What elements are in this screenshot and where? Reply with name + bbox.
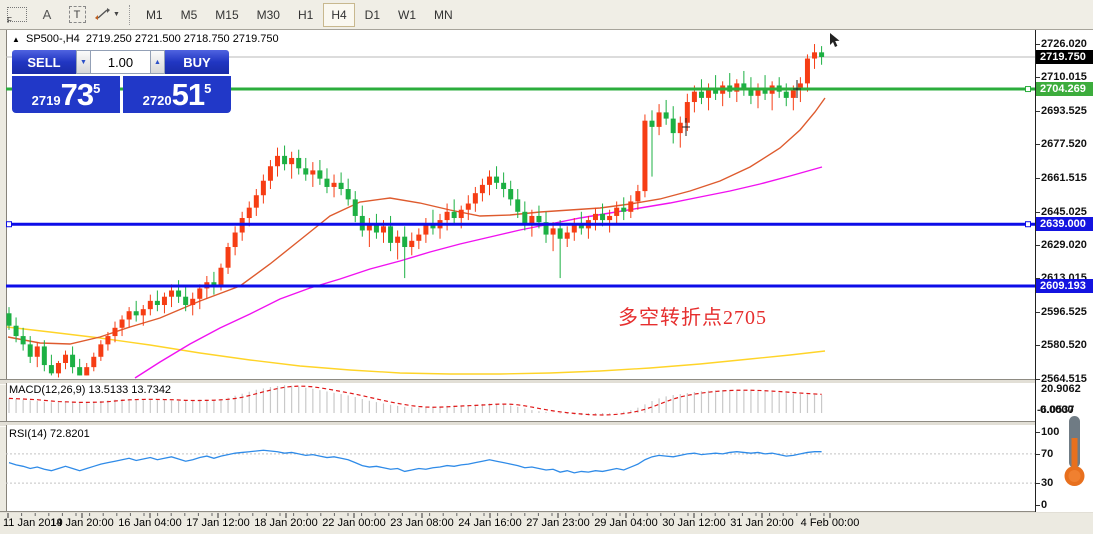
timeframe-button-H1[interactable]: H1 [290, 3, 321, 27]
time-axis-label: 14 Jan 20:00 [50, 517, 114, 529]
time-axis-label: 30 Jan 12:00 [662, 517, 726, 529]
cycle-arrows-icon [95, 7, 110, 22]
price-axis-label: 2693.525 [1041, 105, 1087, 117]
volume-decrease-button[interactable]: ▼ [76, 50, 91, 74]
axis-tick [1036, 432, 1040, 433]
rsi-scale-label: 100 [1041, 426, 1059, 438]
rsi-scale-label: 30 [1041, 477, 1053, 489]
timeframe-button-M5[interactable]: M5 [173, 3, 206, 27]
timeframe-group: M1M5M15M30H1H4D1W1MN [137, 3, 462, 27]
axis-tick [1036, 505, 1040, 506]
sell-price-big: 73 [61, 78, 93, 112]
time-axis: 11 Jan 201914 Jan 20:0016 Jan 04:0017 Ja… [0, 513, 1093, 534]
timeframe-button-M30[interactable]: M30 [249, 3, 288, 27]
axis-separator-line [1035, 30, 1036, 512]
text-label-icon: A [43, 7, 52, 22]
cycle-arrows-button[interactable]: ▼ [94, 3, 121, 27]
thermometer-icon [1060, 414, 1088, 497]
axis-tick [1036, 111, 1040, 112]
one-click-trading-panel: SELL ▼ 1.00 ▲ BUY 2719 73 5 2720 51 5 [12, 50, 231, 113]
time-axis-label: 23 Jan 08:00 [390, 517, 454, 529]
timeframe-button-M15[interactable]: M15 [207, 3, 246, 27]
axis-tick [1036, 212, 1040, 213]
axis-tick [1036, 312, 1040, 313]
axis-tick [1036, 245, 1040, 246]
rsi-scale-label: 70 [1041, 448, 1053, 460]
macd-label: MACD(12,26,9) 13.5133 13.7342 [9, 384, 171, 396]
time-axis-label: 16 Jan 04:00 [118, 517, 182, 529]
buy-button[interactable]: BUY [165, 50, 229, 74]
chart-annotation-text: 多空转折点2705 [618, 301, 767, 330]
chevron-down-icon: ▼ [113, 11, 120, 18]
price-axis-label: 2629.020 [1041, 239, 1087, 251]
chart-title: ▲ SP500-,H4 2719.250 2721.500 2718.750 2… [12, 33, 279, 45]
buy-price-display[interactable]: 2720 51 5 [123, 76, 231, 113]
time-axis-label: 24 Jan 16:00 [458, 517, 522, 529]
timeframe-button-W1[interactable]: W1 [390, 3, 424, 27]
rsi-label: RSI(14) 72.8201 [9, 428, 90, 440]
sell-button[interactable]: SELL [12, 50, 76, 74]
price-axis-label: 2596.525 [1041, 306, 1087, 318]
price-tag: 2639.000 [1036, 217, 1093, 231]
price-tag: 2704.269 [1036, 82, 1093, 96]
timeframe-button-H4[interactable]: H4 [323, 3, 354, 27]
ohlc-values: 2719.250 2721.500 2718.750 2719.750 [86, 33, 279, 45]
symbol-arrow-icon: ▲ [12, 35, 20, 44]
price-tag: 2609.193 [1036, 279, 1093, 293]
macd-scale-top: 20.9062 [1041, 383, 1081, 395]
timeframe-button-D1[interactable]: D1 [357, 3, 388, 27]
time-axis-label: 17 Jan 12:00 [186, 517, 250, 529]
axis-tick [1036, 77, 1040, 78]
axis-tick [1036, 345, 1040, 346]
axis-tick [1036, 178, 1040, 179]
time-axis-label: 29 Jan 04:00 [594, 517, 658, 529]
time-axis-label: 22 Jan 00:00 [322, 517, 386, 529]
timeframe-button-MN[interactable]: MN [426, 3, 461, 27]
chart-template-button[interactable]: F [4, 3, 30, 27]
timeframe-button-M1[interactable]: M1 [138, 3, 171, 27]
buy-price-big: 51 [172, 78, 204, 112]
buy-price-sup: 5 [204, 81, 211, 96]
price-axis-label: 2726.020 [1041, 38, 1087, 50]
price-axis-label: 2661.515 [1041, 172, 1087, 184]
symbol-name: SP500-,H4 [26, 33, 80, 45]
chart-template-icon: F [7, 7, 27, 22]
sell-price-prefix: 2719 [32, 93, 61, 108]
time-axis-label: 31 Jan 20:00 [730, 517, 794, 529]
text-box-button[interactable]: T [64, 3, 90, 27]
buy-price-prefix: 2720 [143, 93, 172, 108]
axis-tick [1036, 44, 1040, 45]
time-axis-label: 18 Jan 20:00 [254, 517, 318, 529]
price-axis-label: 2677.520 [1041, 138, 1087, 150]
price-axis-label: 2645.025 [1041, 206, 1087, 218]
price-axis-label: 2580.520 [1041, 339, 1087, 351]
time-axis-label: 4 Feb 00:00 [801, 517, 860, 529]
volume-input[interactable]: 1.00 [91, 50, 150, 74]
time-axis-label: 27 Jan 23:00 [526, 517, 590, 529]
rsi-scale-label: 0 [1041, 499, 1047, 511]
axis-tick [1036, 483, 1040, 484]
toolbar-separator [129, 5, 131, 25]
text-box-icon: T [69, 6, 86, 23]
toolbar: F A T ▼ M1M5M15M30H1H4D1W1MN [0, 0, 1093, 30]
price-tag: 2719.750 [1036, 50, 1093, 64]
axis-tick [1036, 454, 1040, 455]
axis-tick [1036, 379, 1040, 380]
volume-increase-button[interactable]: ▲ [150, 50, 165, 74]
sell-price-sup: 5 [93, 81, 100, 96]
axis-tick [1036, 144, 1040, 145]
sell-price-display[interactable]: 2719 73 5 [12, 76, 120, 113]
text-label-button[interactable]: A [34, 3, 60, 27]
rsi-chart[interactable] [6, 425, 1035, 512]
